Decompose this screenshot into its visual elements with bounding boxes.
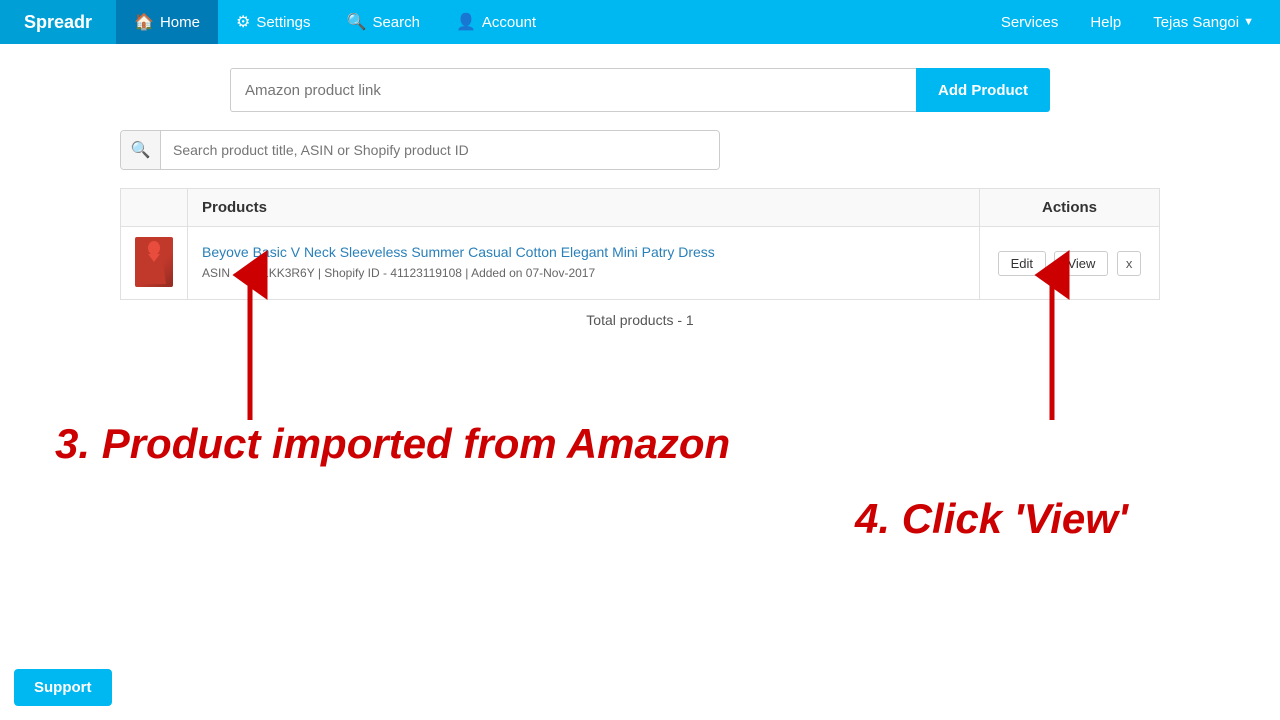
- user-label: Tejas Sangoi: [1153, 14, 1239, 31]
- product-meta: ASIN - B071KK3R6Y | Shopify ID - 4112311…: [202, 266, 595, 280]
- amazon-link-input[interactable]: [230, 68, 916, 112]
- search-icon: 🔍: [131, 140, 151, 160]
- product-search-input[interactable]: [161, 131, 719, 169]
- annotation-step3: 3. Product imported from Amazon: [55, 420, 730, 468]
- col-products: Products: [188, 189, 980, 227]
- nav-search-label: Search: [372, 14, 420, 31]
- navbar: Spreadr 🏠 Home ⚙ Settings 🔍 Search 👤 Acc…: [0, 0, 1280, 44]
- product-search-row: 🔍: [120, 130, 720, 170]
- nav-account[interactable]: 👤 Account: [438, 0, 554, 44]
- add-product-button[interactable]: Add Product: [916, 68, 1050, 112]
- nav-settings[interactable]: ⚙ Settings: [218, 0, 329, 44]
- product-title-link[interactable]: Beyove Basic V Neck Sleeveless Summer Ca…: [202, 244, 965, 260]
- navbar-left: 🏠 Home ⚙ Settings 🔍 Search 👤 Account: [116, 0, 987, 44]
- dress-icon: [140, 240, 168, 284]
- total-products-label: Total products - 1: [120, 312, 1160, 328]
- search-submit-button[interactable]: 🔍: [121, 131, 161, 169]
- annotation-step4: 4. Click 'View': [855, 495, 1128, 543]
- nav-home-label: Home: [160, 14, 200, 31]
- nav-search[interactable]: 🔍 Search: [329, 0, 438, 44]
- nav-settings-label: Settings: [256, 14, 310, 31]
- home-icon: 🏠: [134, 12, 154, 32]
- nav-user[interactable]: Tejas Sangoi ▼: [1139, 0, 1268, 44]
- dropdown-icon: ▼: [1243, 16, 1254, 28]
- edit-button[interactable]: Edit: [998, 251, 1046, 276]
- search-icon: 🔍: [347, 12, 367, 32]
- support-button[interactable]: Support: [14, 669, 112, 706]
- nav-home[interactable]: 🏠 Home: [116, 0, 218, 44]
- product-thumbnail-cell: [121, 227, 188, 300]
- product-actions-cell: Edit View x: [980, 227, 1160, 300]
- account-icon: 👤: [456, 12, 476, 32]
- products-table: Products Actions Beyove B: [120, 188, 1160, 300]
- help-label: Help: [1090, 14, 1121, 31]
- services-label: Services: [1001, 14, 1059, 31]
- navbar-right: Services Help Tejas Sangoi ▼: [987, 0, 1268, 44]
- delete-button[interactable]: x: [1117, 251, 1142, 276]
- nav-account-label: Account: [482, 14, 536, 31]
- brand-logo[interactable]: Spreadr: [0, 0, 116, 44]
- nav-services[interactable]: Services: [987, 0, 1073, 44]
- product-thumbnail: [135, 237, 173, 287]
- view-button[interactable]: View: [1054, 251, 1108, 276]
- settings-icon: ⚙: [236, 12, 250, 32]
- table-row: Beyove Basic V Neck Sleeveless Summer Ca…: [121, 227, 1160, 300]
- col-actions: Actions: [980, 189, 1160, 227]
- main-content: Add Product 🔍 Products Actions: [0, 44, 1280, 352]
- product-details-cell: Beyove Basic V Neck Sleeveless Summer Ca…: [188, 227, 980, 300]
- add-product-row: Add Product: [230, 68, 1050, 112]
- col-thumbnail: [121, 189, 188, 227]
- nav-help[interactable]: Help: [1076, 0, 1135, 44]
